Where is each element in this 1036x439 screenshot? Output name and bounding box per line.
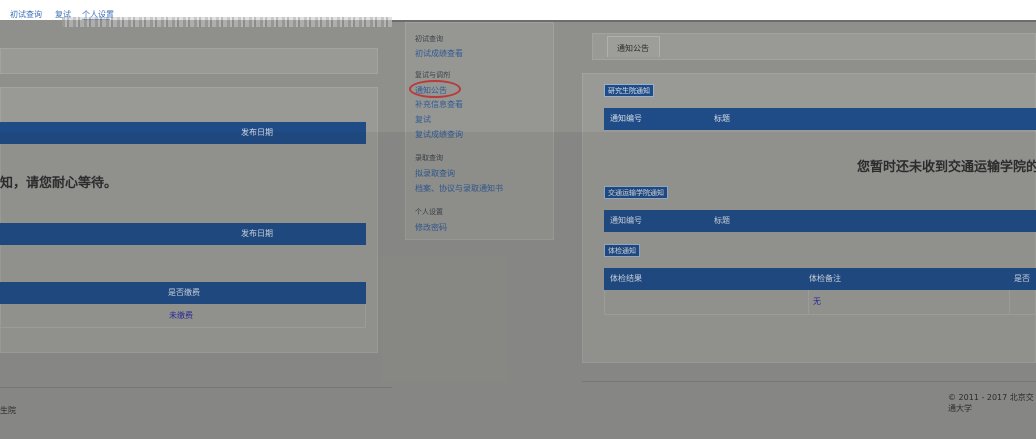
right-table1-header: 通知编号 标题 bbox=[604, 108, 1036, 130]
r3-note-value: 无 bbox=[813, 297, 821, 306]
menu-section-chushi: 初试查询 bbox=[415, 35, 443, 43]
render-noise-strip bbox=[62, 17, 392, 27]
highlight-circle bbox=[409, 80, 461, 98]
left-paid-value: 未缴费 bbox=[169, 311, 193, 320]
tab-notice-label: 通知公告 bbox=[617, 44, 649, 53]
menu-item-supplement[interactable]: 补充信息查看 bbox=[415, 99, 463, 110]
right-table2-header: 通知编号 标题 bbox=[604, 210, 1036, 232]
r2-col-title: 标题 bbox=[714, 216, 730, 225]
menu-item-documents[interactable]: 档案、协议与录取通知书 bbox=[415, 183, 503, 194]
r2-col-no: 通知编号 bbox=[610, 216, 642, 225]
r1-col-no: 通知编号 bbox=[610, 114, 642, 123]
r1-col-title: 标题 bbox=[714, 114, 730, 123]
side-menu: 初试查询 初试成绩查看 复试与调剂 通知公告 补充信息查看 复试 复试成绩查询 … bbox=[405, 22, 554, 240]
copyright-text: © 2011 - 2017 北京交通大学 bbox=[948, 393, 1034, 413]
menu-item-chushi-score[interactable]: 初试成绩查看 bbox=[415, 48, 463, 59]
tab-notice[interactable]: 通知公告 bbox=[607, 36, 660, 57]
left-breadcrumb-box bbox=[0, 48, 378, 74]
menu-item-change-password[interactable]: 修改密码 bbox=[415, 222, 447, 233]
r3-col-note: 体检备注 bbox=[809, 274, 841, 283]
top-nav-chushi[interactable]: 初试查询 bbox=[10, 9, 42, 20]
right-table3-header: 体检结果 体检备注 是否 bbox=[604, 268, 1036, 290]
left-footer-divider bbox=[0, 387, 392, 388]
left-col-date-2: 发布日期 bbox=[241, 229, 273, 238]
menu-item-fushi[interactable]: 复试 bbox=[415, 114, 431, 125]
left-footer-text: 生院 bbox=[0, 406, 16, 415]
menu-section-luqu: 录取查询 bbox=[415, 154, 443, 162]
tag-transport-school: 交通运输学院通知 bbox=[604, 186, 668, 199]
menu-item-fushi-score[interactable]: 复试成绩查询 bbox=[415, 129, 463, 140]
r3-col-extra: 是否 bbox=[1014, 274, 1030, 283]
left-table3-row: 未缴费 bbox=[0, 304, 366, 328]
menu-section-settings: 个人设置 bbox=[415, 208, 443, 216]
left-col-paid: 是否缴费 bbox=[168, 288, 200, 297]
r3-col-result: 体检结果 bbox=[610, 274, 642, 283]
menu-section-fushi: 复试与调剂 bbox=[415, 71, 450, 79]
left-table2-header: 发布日期 bbox=[0, 223, 366, 245]
right-no-notice-message: 您暂时还未收到交通运输学院的复试 bbox=[857, 160, 1036, 175]
right-tab-strip: 通知公告 bbox=[592, 33, 1036, 60]
menu-item-admit-query[interactable]: 拟录取查询 bbox=[415, 168, 455, 179]
right-footer-divider bbox=[582, 381, 1036, 382]
left-waiting-message: 知，请您耐心等待。 bbox=[0, 176, 118, 191]
left-table3-header: 是否缴费 bbox=[0, 282, 366, 304]
left-table1-header: 发布日期 bbox=[0, 122, 366, 144]
right-table3-row: 无 bbox=[604, 290, 1036, 315]
left-col-date: 发布日期 bbox=[241, 128, 273, 137]
tag-physical-exam: 体检通知 bbox=[604, 244, 640, 257]
tag-graduate-school: 研究生院通知 bbox=[604, 84, 654, 97]
